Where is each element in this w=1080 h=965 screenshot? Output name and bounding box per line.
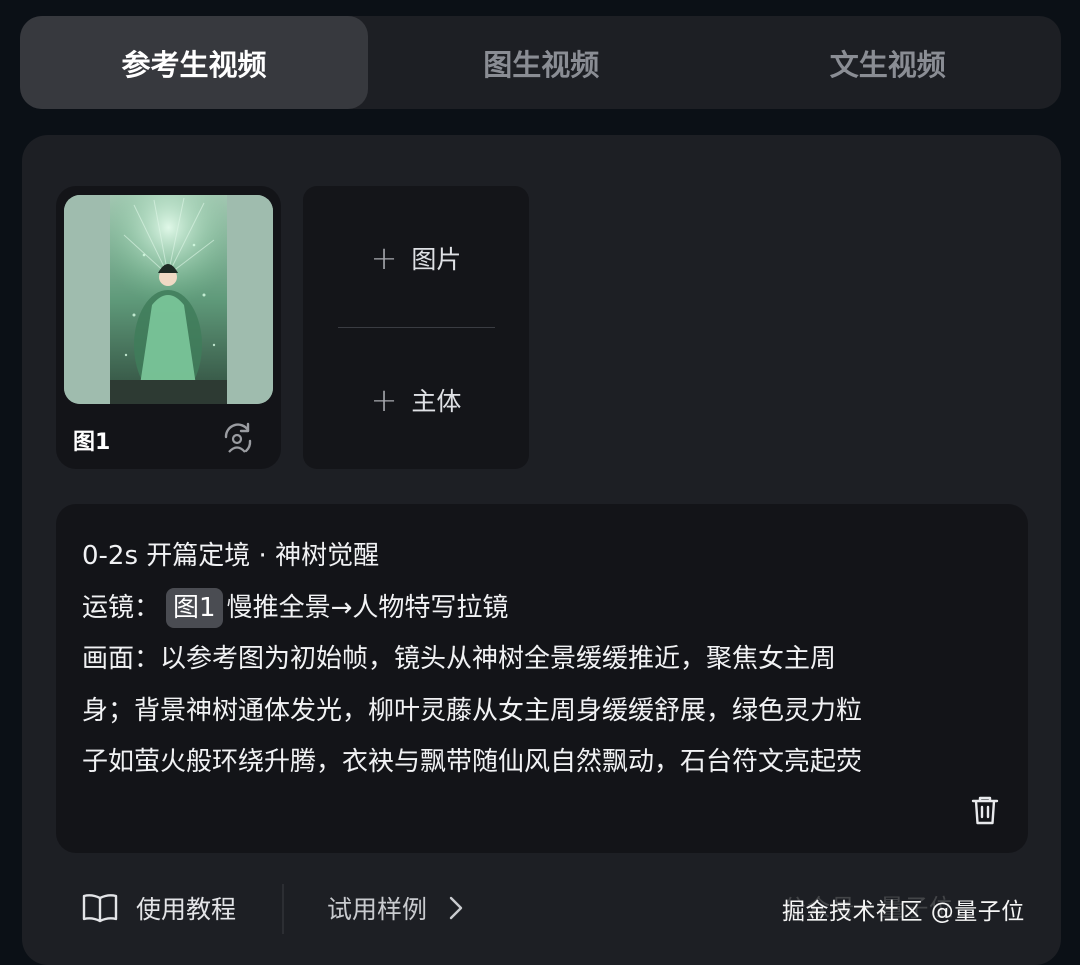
tab-image-to-video[interactable]: 图生视频 [368, 16, 715, 109]
tab-reference-video[interactable]: 参考生视频 [20, 16, 368, 109]
trash-icon[interactable] [968, 793, 1002, 827]
add-subject-label: 主体 [411, 387, 462, 416]
prompt-line: 子如萤火般环绕升腾，衣袂与飘带随仙风自然飘动，石台符文亮起荧 [82, 747, 863, 777]
prompt-input[interactable]: 0-2s 开篇定境 · 神树觉醒 运镜： 图1 慢推全景→人物特写拉镜 画面：以参考… [56, 504, 1028, 853]
watermark: 公众号 · 量子位 掘金技术社区 @量子位 [782, 892, 1025, 926]
add-subject-button[interactable]: + 主体 [303, 330, 529, 470]
reference-thumbnail[interactable] [64, 195, 273, 404]
prompt-line: 运镜： 图1 慢推全景→人物特写拉镜 [82, 583, 992, 635]
prompt-text[interactable]: 0-2s 开篇定境 · 神树觉醒 运镜： 图1 慢推全景→人物特写拉镜 画面：以参考… [82, 531, 992, 789]
reference-image [64, 195, 273, 404]
add-image-label: 图片 [411, 245, 462, 274]
mode-tabs: 参考生视频 图生视频 文生视频 [20, 16, 1061, 109]
watermark-text: 掘金技术社区 @量子位 [782, 899, 1025, 925]
swap-icon[interactable] [220, 421, 256, 457]
add-reference-card: + 图片 + 主体 [303, 186, 529, 469]
tab-text-to-video[interactable]: 文生视频 [715, 16, 1062, 109]
tutorial-button[interactable]: 使用教程 [82, 890, 236, 926]
prompt-line: 身；背景神树通体发光，柳叶灵藤从女主周身缓缓舒展，绿色灵力粒 [82, 695, 863, 726]
divider [338, 327, 495, 328]
plus-icon: + [370, 381, 398, 419]
prompt-line: 0-2s 开篇定境 · 神树觉醒 [82, 541, 380, 571]
add-image-button[interactable]: + 图片 [303, 188, 529, 328]
prompt-camera-text: 慢推全景→人物特写拉镜 [226, 592, 509, 623]
examples-button[interactable]: 试用样例 [327, 890, 463, 926]
prompt-camera-label: 运镜： [82, 592, 161, 623]
chevron-right-icon [449, 896, 463, 920]
tutorial-label: 使用教程 [136, 895, 237, 924]
footer-bar: 使用教程 试用样例 公众号 · 量子位 掘金技术社区 @量子位 [0, 880, 1080, 940]
prompt-line: 画面：以参考图为初始帧，镜头从神树全景缓缓推近，聚焦女主周 [82, 644, 837, 674]
reference-image-label: 图1 [73, 430, 111, 455]
divider [282, 884, 284, 934]
reference-image-card[interactable]: 图1 [56, 186, 281, 469]
book-icon [82, 894, 118, 923]
image-reference-chip[interactable]: 图1 [166, 587, 223, 628]
examples-label: 试用样例 [327, 895, 428, 924]
plus-icon: + [370, 239, 398, 277]
